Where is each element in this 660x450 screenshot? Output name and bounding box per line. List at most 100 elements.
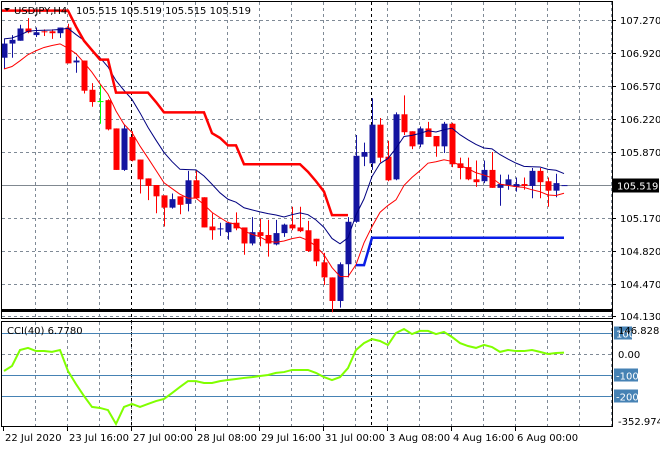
time-tick-label: 31 Jul 00:00 — [325, 433, 385, 444]
candle[interactable] — [33, 27, 40, 37]
candle[interactable] — [313, 238, 320, 267]
candle[interactable] — [153, 185, 160, 214]
candle-body — [121, 128, 128, 170]
candle[interactable] — [385, 140, 392, 182]
price-tick-label: 106.570 — [620, 82, 660, 93]
candle[interactable] — [169, 193, 176, 209]
cci-pane[interactable] — [2, 327, 612, 427]
candle-body — [169, 199, 176, 208]
candle[interactable] — [345, 217, 352, 278]
candle[interactable] — [393, 112, 400, 181]
candle-body — [297, 227, 304, 232]
candle[interactable] — [129, 131, 136, 162]
candle-body — [113, 128, 120, 170]
candle-body — [9, 39, 16, 44]
candle-body — [289, 224, 296, 229]
candle[interactable] — [417, 126, 424, 148]
candle[interactable] — [457, 157, 464, 180]
candle-body — [553, 183, 560, 191]
candle-body — [417, 128, 424, 145]
candle[interactable] — [409, 131, 416, 150]
price-tick-label: 105.170 — [620, 214, 660, 225]
candle[interactable] — [17, 24, 24, 41]
candle[interactable] — [209, 213, 216, 240]
candle[interactable] — [161, 195, 168, 227]
candle[interactable] — [217, 222, 224, 236]
candle[interactable] — [193, 170, 200, 199]
candle[interactable] — [433, 135, 440, 157]
candle[interactable] — [369, 98, 376, 170]
candle-body — [73, 60, 80, 63]
candle[interactable] — [537, 168, 544, 199]
price-tick-label: 104.470 — [620, 280, 660, 291]
candle[interactable] — [401, 95, 408, 136]
candle[interactable] — [497, 174, 504, 206]
price-tick-label: 104.820 — [620, 247, 660, 258]
candle-body — [65, 27, 72, 64]
price-tick-label: 104.130 — [620, 312, 660, 323]
candle[interactable] — [529, 168, 536, 199]
candle-body — [329, 277, 336, 301]
candle-body — [313, 238, 320, 262]
candle[interactable] — [361, 142, 368, 167]
candle[interactable] — [441, 121, 448, 153]
candle-body — [177, 196, 184, 205]
candle[interactable] — [305, 220, 312, 252]
candle[interactable] — [97, 85, 104, 124]
candle[interactable] — [249, 217, 256, 246]
candle[interactable] — [377, 118, 384, 163]
candle-body — [537, 170, 544, 183]
cci-zero-label: 0.00 — [618, 350, 640, 361]
candle[interactable] — [321, 252, 328, 285]
candle[interactable] — [73, 56, 80, 73]
candle[interactable] — [177, 196, 184, 215]
candle[interactable] — [113, 128, 120, 170]
price-pane[interactable] — [1, 9, 613, 313]
cci-line — [3, 327, 565, 427]
candle[interactable] — [121, 124, 128, 171]
candle[interactable] — [257, 218, 264, 247]
candle[interactable] — [297, 206, 304, 233]
candle[interactable] — [185, 170, 192, 212]
candle[interactable] — [225, 221, 232, 240]
candle-body — [273, 233, 280, 245]
cci-min-label: -352.9742 — [618, 417, 660, 428]
cci-level-label: -100 — [616, 372, 639, 383]
ma-high-line — [3, 27, 565, 245]
candle-body — [97, 101, 104, 103]
candle[interactable] — [281, 223, 288, 237]
candle[interactable] — [329, 277, 336, 313]
candle[interactable] — [545, 177, 552, 207]
candle[interactable] — [425, 121, 432, 137]
candle-body — [225, 222, 232, 233]
time-tick-label: 29 Jul 16:00 — [261, 433, 321, 444]
candle[interactable] — [1, 38, 8, 70]
candle[interactable] — [561, 185, 568, 187]
candle[interactable] — [553, 173, 560, 198]
candle-body — [353, 155, 360, 222]
candle[interactable] — [489, 152, 496, 188]
candle[interactable] — [105, 99, 112, 131]
cci-label: CCI(40) 6.7780 — [7, 326, 83, 337]
candle[interactable] — [481, 160, 488, 184]
candle[interactable] — [513, 177, 520, 192]
candle[interactable] — [337, 262, 344, 308]
candle-body — [441, 123, 448, 147]
candle-body — [209, 226, 216, 231]
time-tick-label: 4 Aug 16:00 — [453, 433, 514, 444]
candle[interactable] — [137, 159, 144, 194]
time-tick-label: 27 Jul 00:00 — [133, 433, 193, 444]
time-tick-label: 3 Aug 08:00 — [389, 433, 450, 444]
cci-pane-border — [1, 321, 613, 427]
candle[interactable] — [49, 29, 56, 39]
candle-body — [161, 195, 168, 208]
candle[interactable] — [449, 122, 456, 168]
candle-body — [49, 31, 56, 34]
price-pane-border — [1, 1, 613, 319]
candle[interactable] — [505, 174, 512, 190]
candle-body — [89, 89, 96, 103]
candle[interactable] — [233, 212, 240, 231]
trading-chart[interactable]: 107.270 106.920 106.570 106.220 105.870 105.1… — [0, 0, 660, 450]
candle[interactable] — [201, 197, 208, 228]
candle[interactable] — [145, 178, 152, 201]
